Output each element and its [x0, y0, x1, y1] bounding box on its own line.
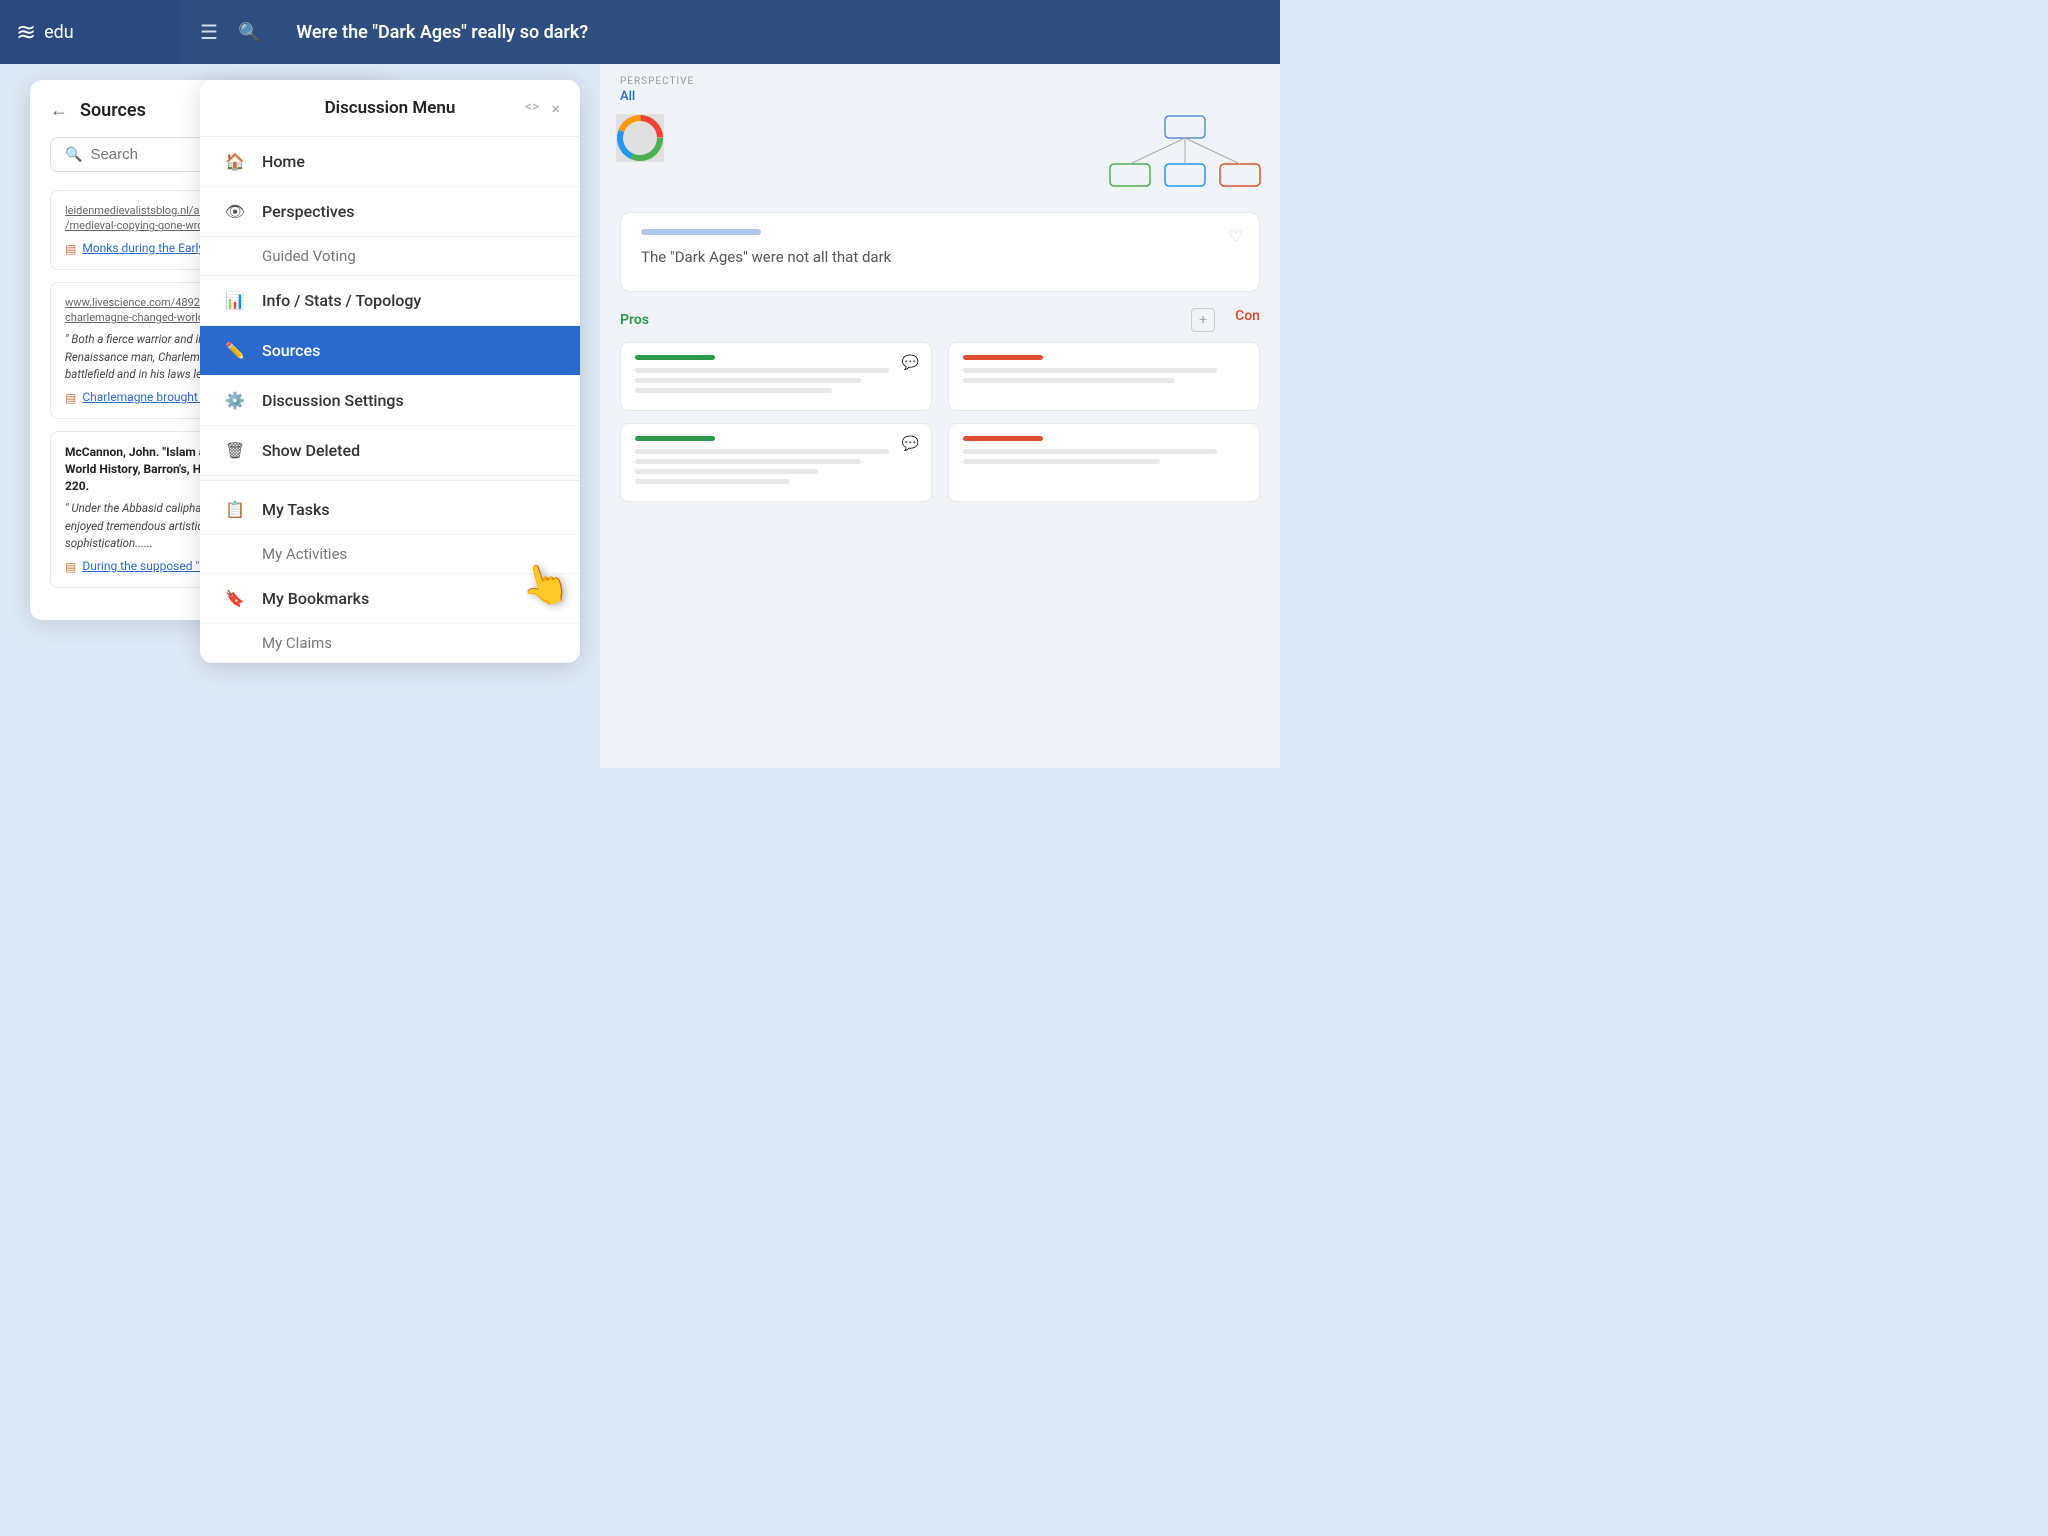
- source-link-icon-1: ▤: [65, 242, 76, 256]
- chat-icon-1: 💬: [902, 355, 919, 371]
- topology-diagram: [1100, 114, 1280, 198]
- menu-item-sources[interactable]: ✏️ Sources: [200, 326, 580, 376]
- perspective-bar: PERSPECTIVE All: [600, 64, 1280, 112]
- search-icon[interactable]: 🔍: [238, 22, 260, 43]
- con-bar-1: [963, 355, 1043, 360]
- discussion-menu-code-button[interactable]: <>: [525, 99, 539, 118]
- con-bar-2: [963, 436, 1043, 441]
- menu-item-my-claims[interactable]: My Claims: [200, 624, 580, 663]
- pie-chart-area: [616, 114, 664, 166]
- pros-header: Pros +: [620, 308, 1215, 332]
- argument-cards-row-1: 💬: [600, 342, 1280, 423]
- home-icon: 🏠: [224, 152, 246, 171]
- hamburger-icon[interactable]: ☰: [200, 20, 218, 44]
- perspectives-icon: 👁: [224, 202, 246, 221]
- con-argument-card-1: [948, 342, 1260, 411]
- pro-bar-1: [635, 355, 715, 360]
- pro-bar-2: [635, 436, 715, 441]
- sources-title: Sources: [80, 100, 146, 121]
- source-link-icon-2: ▤: [65, 391, 76, 405]
- search-box-icon: 🔍: [65, 147, 82, 163]
- main-argument-card: ♡ The "Dark Ages" were not all that dark: [620, 212, 1260, 292]
- menu-item-guided-voting-label: Guided Voting: [262, 247, 356, 265]
- menu-item-info-stats[interactable]: 📊 Info / Stats / Topology: [200, 276, 580, 326]
- con-text-2: [963, 378, 1175, 383]
- menu-item-show-deleted[interactable]: 🗑 Show Deleted: [200, 426, 580, 476]
- con-text-3: [963, 449, 1217, 454]
- main-content: PERSPECTIVE All ♡: [600, 64, 1280, 768]
- menu-item-my-bookmarks-label: My Bookmarks: [262, 589, 369, 608]
- perspective-label: PERSPECTIVE: [620, 76, 1260, 87]
- panel-header-left: ← Sources: [50, 100, 146, 121]
- arg-text-6: [635, 469, 818, 474]
- nav-bar: ☰ 🔍 Were the "Dark Ages" really so dark?: [180, 0, 1280, 64]
- pros-cons-header: Pros + Con: [600, 308, 1280, 332]
- arg-text-1: [635, 368, 889, 373]
- menu-item-perspectives-label: Perspectives: [262, 202, 355, 221]
- sources-icon: ✏️: [224, 341, 246, 360]
- menu-item-sources-label: Sources: [262, 341, 320, 360]
- pros-add-button[interactable]: +: [1191, 308, 1215, 332]
- arg-text-4: [635, 449, 889, 454]
- chat-icon-2: 💬: [902, 436, 919, 452]
- deleted-icon: 🗑: [224, 441, 246, 460]
- menu-item-my-tasks-label: My Tasks: [262, 500, 330, 519]
- menu-item-my-tasks[interactable]: 📋 My Tasks: [200, 485, 580, 535]
- menu-item-discussion-settings[interactable]: ⚙️ Discussion Settings: [200, 376, 580, 426]
- top-navigation: ≋ edu ☰ 🔍 Were the "Dark Ages" really so…: [0, 0, 1280, 64]
- argument-cards-row-2: 💬: [600, 423, 1280, 514]
- source-link-icon-3: ▤: [65, 560, 76, 574]
- heart-icon[interactable]: ♡: [1229, 227, 1243, 246]
- pro-argument-card-1: 💬: [620, 342, 932, 411]
- logo-icon: ≋: [16, 18, 36, 46]
- pros-label: Pros: [620, 312, 649, 328]
- menu-divider: [200, 480, 580, 481]
- arg-text-3: [635, 388, 832, 393]
- arg-text-5: [635, 459, 861, 464]
- discussion-menu-header: Discussion Menu <> ×: [200, 80, 580, 137]
- menu-item-my-activities-label: My Activities: [262, 545, 347, 563]
- pro-argument-card-2: 💬: [620, 423, 932, 502]
- con-text-4: [963, 459, 1160, 464]
- menu-item-show-deleted-label: Show Deleted: [262, 441, 360, 460]
- menu-item-my-claims-label: My Claims: [262, 634, 332, 652]
- arg-text-7: [635, 479, 790, 484]
- main-card-bar: [641, 229, 761, 235]
- menu-item-info-stats-label: Info / Stats / Topology: [262, 291, 421, 310]
- arg-text-2: [635, 378, 861, 383]
- back-button[interactable]: ←: [50, 100, 68, 121]
- main-card-text: The "Dark Ages" were not all that dark: [641, 247, 1239, 268]
- menu-item-discussion-settings-label: Discussion Settings: [262, 391, 404, 410]
- logo-text: edu: [44, 22, 74, 43]
- info-stats-icon: 📊: [224, 291, 246, 310]
- menu-item-perspectives[interactable]: 👁 Perspectives: [200, 187, 580, 237]
- menu-item-home-label: Home: [262, 152, 305, 171]
- tasks-icon: 📋: [224, 500, 246, 519]
- menu-item-guided-voting[interactable]: Guided Voting: [200, 237, 580, 276]
- con-argument-card-2: [948, 423, 1260, 502]
- discussion-menu-close-button[interactable]: ×: [551, 99, 560, 118]
- con-text-1: [963, 368, 1217, 373]
- perspective-all[interactable]: All: [620, 89, 1260, 104]
- bookmarks-icon: 🔖: [224, 589, 246, 608]
- menu-item-home[interactable]: 🏠 Home: [200, 137, 580, 187]
- discussion-menu-header-actions: <> ×: [525, 99, 560, 118]
- discussion-menu-title: Discussion Menu: [325, 98, 456, 118]
- logo-area[interactable]: ≋ edu: [0, 0, 180, 64]
- page-title: Were the "Dark Ages" really so dark?: [296, 22, 588, 43]
- cons-label: Con: [1215, 308, 1260, 332]
- settings-icon: ⚙️: [224, 391, 246, 410]
